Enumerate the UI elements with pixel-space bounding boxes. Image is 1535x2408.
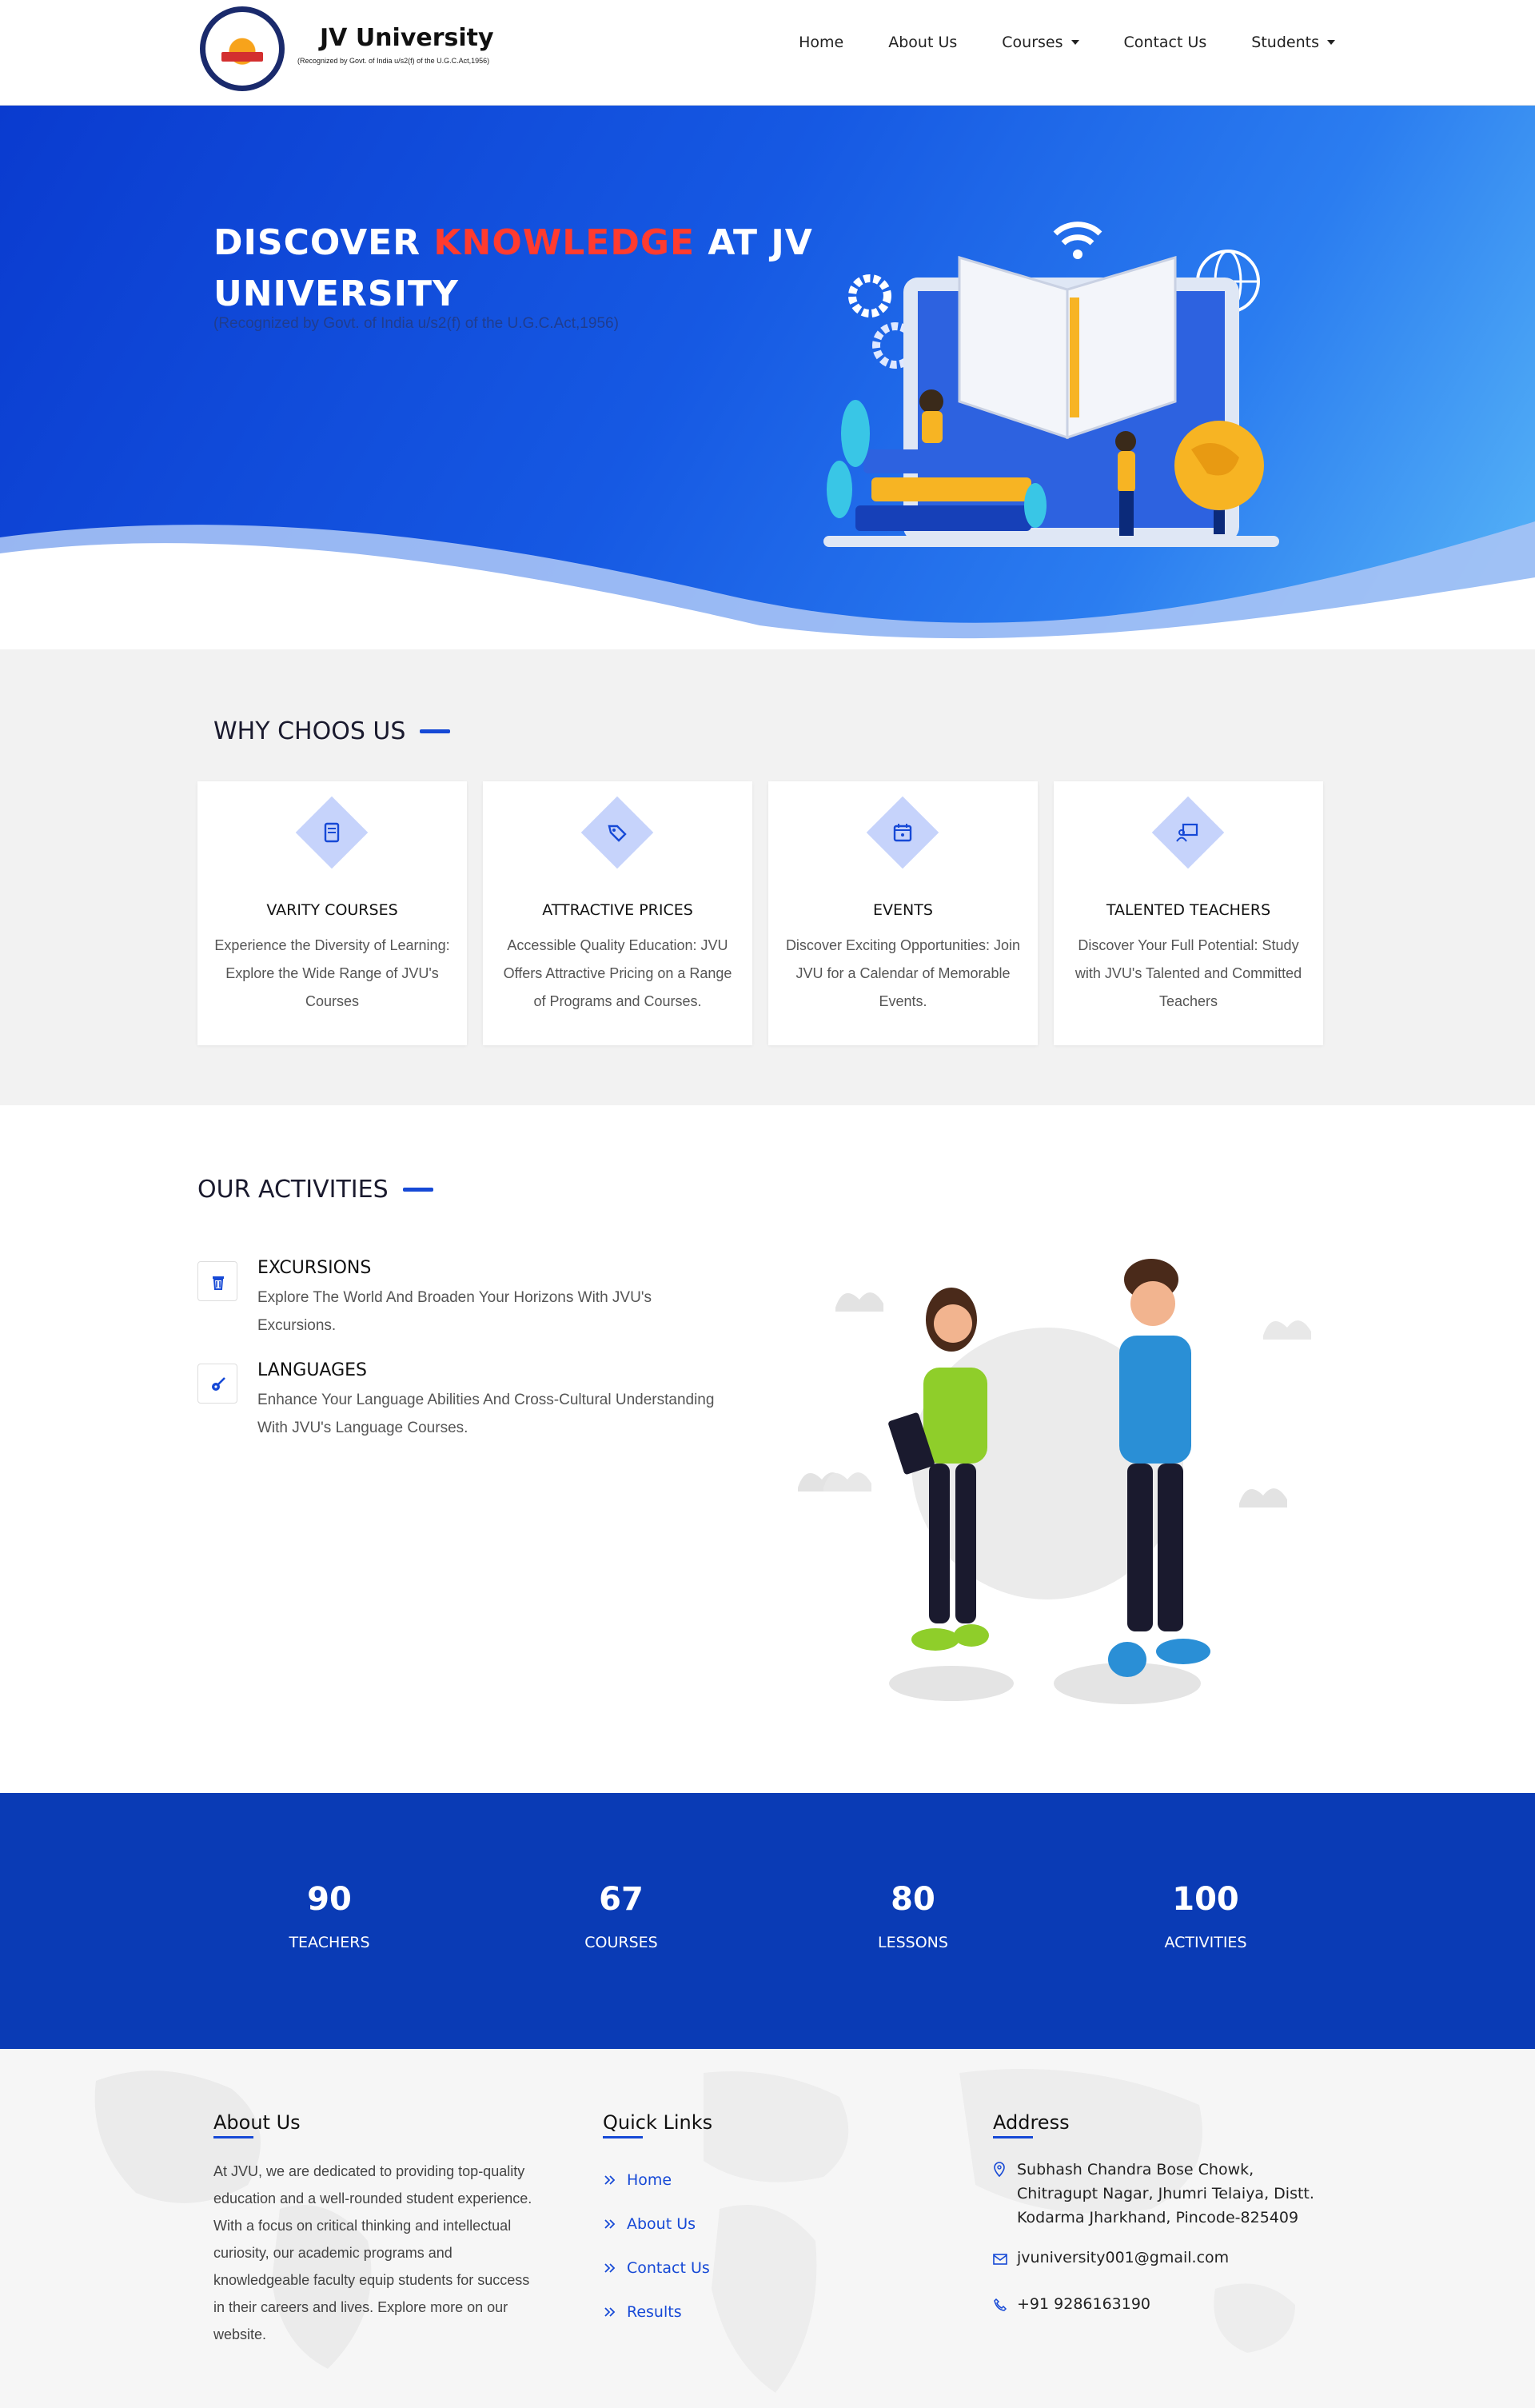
map-pin-icon <box>994 2162 1005 2178</box>
hero-wave <box>0 521 1535 649</box>
caret-down-icon <box>1327 40 1335 45</box>
footer-address: Address Subhash Chandra Bose Chowk, Chit… <box>993 2111 1329 2319</box>
hero-title-highlight: KNOWLEDGE <box>433 222 696 263</box>
feature-card: EVENTS Discover Exciting Opportunities: … <box>768 781 1038 1045</box>
footer-address-title: Address <box>993 2111 1070 2138</box>
nav-home[interactable]: Home <box>799 34 843 51</box>
calendar-icon <box>893 824 912 842</box>
students-illustration <box>798 1259 1311 1704</box>
double-chevron-right-icon <box>604 2306 616 2317</box>
why-title: WHY CHOOS US <box>213 717 451 745</box>
card-title: VARITY COURSES <box>266 901 398 919</box>
activity-text: Enhance Your Language Abilities And Cros… <box>257 1392 715 1436</box>
phone-icon <box>994 2298 1007 2311</box>
double-chevron-right-icon <box>604 2174 616 2185</box>
footer-address-text: Subhash Chandra Bose Chowk, Chitragupt N… <box>1017 2161 1314 2226</box>
footer-about-title: About Us <box>213 2111 301 2138</box>
envelope-icon <box>993 2254 1007 2265</box>
card-text: Discover Your Full Potential: Study with… <box>1074 937 1302 1009</box>
activity-title: LANGUAGES <box>257 1360 367 1380</box>
double-chevron-right-icon <box>604 2262 616 2273</box>
footer-about: About Us At JVU, we are dedicated to pro… <box>213 2111 541 2348</box>
tag-icon <box>608 825 627 842</box>
footer-phone[interactable]: +91 9286163190 <box>1017 2292 1150 2319</box>
hero-section: DISCOVER KNOWLEDGE AT JV UNIVERSITY (Rec… <box>0 106 1535 649</box>
card-text: Discover Exciting Opportunities: Join JV… <box>785 937 1021 1009</box>
stat-activities: 100 ACTIVITIES <box>1164 1881 1247 1951</box>
main-nav: Home About Us Courses Contact Us Student… <box>799 34 1335 51</box>
card-text: Accessible Quality Education: JVU Offers… <box>503 937 732 1009</box>
feature-card: ATTRACTIVE PRICES Accessible Quality Edu… <box>483 781 752 1045</box>
stat-teachers: 90 TEACHERS <box>289 1881 370 1951</box>
feature-card: TALENTED TEACHERS Discover Your Full Pot… <box>1054 781 1323 1045</box>
nav-students[interactable]: Students <box>1251 34 1335 51</box>
teacher-icon <box>1176 823 1198 842</box>
card-title: TALENTED TEACHERS <box>1106 901 1271 919</box>
stat-lessons: 80 LESSONS <box>878 1881 948 1951</box>
activity-text: Explore The World And Broaden Your Horiz… <box>257 1289 652 1334</box>
footer-link-contact-us[interactable]: Contact Us <box>603 2246 712 2290</box>
hero-title: DISCOVER KNOWLEDGE AT JV UNIVERSITY <box>213 222 813 314</box>
stat-courses: 67 COURSES <box>584 1881 658 1951</box>
nav-about-us[interactable]: About Us <box>888 34 957 51</box>
brand-name: JV University <box>320 24 494 52</box>
brand: JV University (Recognized by Govt. of In… <box>297 24 494 65</box>
footer-about-text: At JVU, we are dedicated to providing to… <box>213 2163 532 2342</box>
guitar-icon <box>212 1377 225 1391</box>
hero-tagline: (Recognized by Govt. of India u/s2(f) of… <box>213 315 619 332</box>
nav-contact-us[interactable]: Contact Us <box>1124 34 1207 51</box>
footer-link-home[interactable]: Home <box>603 2158 712 2202</box>
page: JV University (Recognized by Govt. of In… <box>0 0 1535 2408</box>
double-chevron-right-icon <box>604 2218 616 2229</box>
site-footer: About Us At JVU, we are dedicated to pro… <box>0 2049 1535 2408</box>
book-icon <box>324 822 340 843</box>
feature-cards: VARITY COURSES Experience the Diversity … <box>197 781 1323 1045</box>
brand-subtitle: (Recognized by Govt. of India u/s2(f) of… <box>297 57 490 65</box>
footer-link-about-us[interactable]: About Us <box>603 2202 712 2246</box>
card-title: EVENTS <box>873 901 933 919</box>
card-title: ATTRACTIVE PRICES <box>542 901 693 919</box>
stats-section: 90 TEACHERS 67 COURSES 80 LESSONS 100 ACTIVI… <box>0 1793 1535 2049</box>
footer-link-results[interactable]: Results <box>603 2290 712 2334</box>
caret-down-icon <box>1071 40 1079 45</box>
footer-quick-links: Quick Links Home About Us Contact Us Res… <box>603 2111 712 2334</box>
footer-links-title: Quick Links <box>603 2111 712 2138</box>
footer-email[interactable]: jvuniversity001@gmail.com <box>1017 2246 1229 2273</box>
site-header: JV University (Recognized by Govt. of In… <box>0 0 1535 106</box>
why-choose-section: WHY CHOOS US VARITY COURSES Experience t… <box>0 649 1535 1105</box>
feature-card: VARITY COURSES Experience the Diversity … <box>197 781 467 1045</box>
nav-courses[interactable]: Courses <box>1002 34 1079 51</box>
card-text: Experience the Diversity of Learning: Ex… <box>214 937 450 1009</box>
activities-title: OUR ACTIVITIES <box>197 1176 433 1204</box>
trash-icon <box>213 1276 224 1290</box>
activity-title: EXCURSIONS <box>257 1258 372 1278</box>
university-logo[interactable] <box>200 6 285 91</box>
